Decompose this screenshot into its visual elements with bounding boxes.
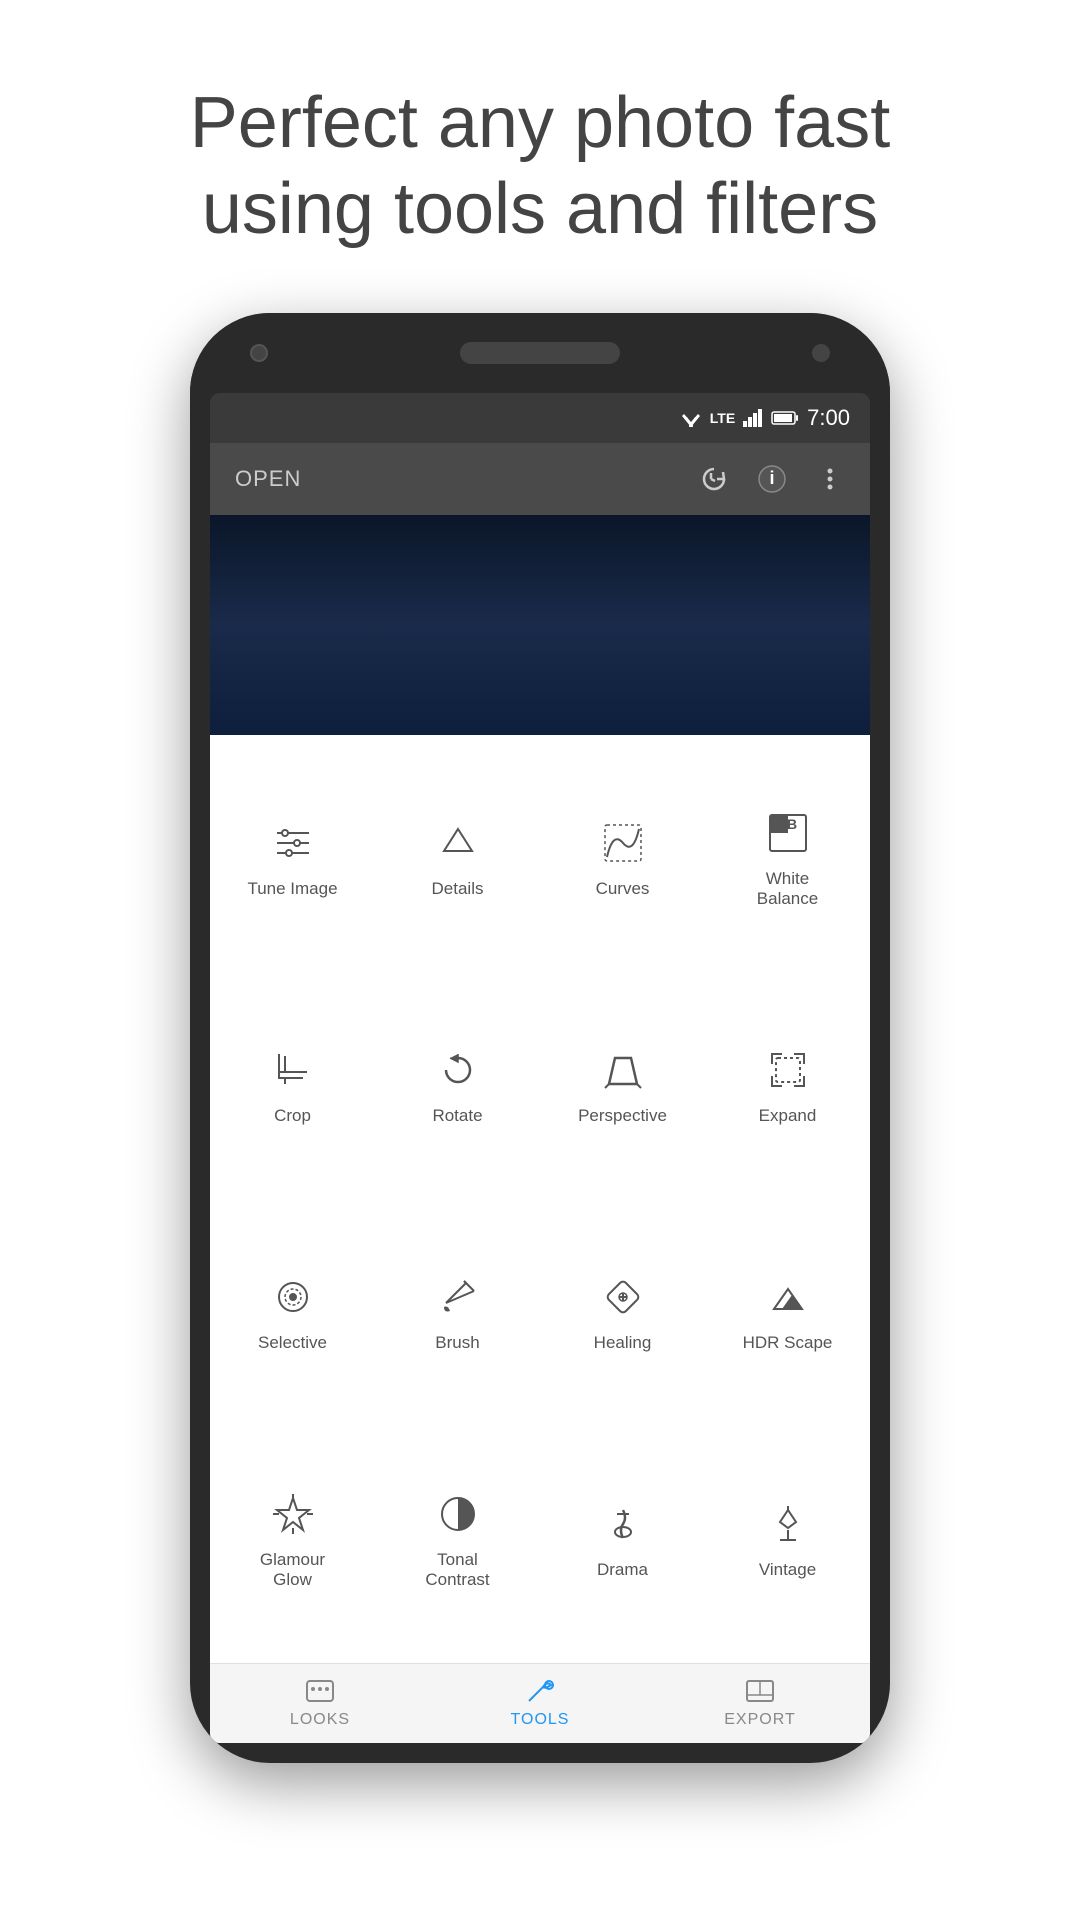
- selective-label: Selective: [258, 1333, 327, 1353]
- drama-icon: [597, 1498, 649, 1550]
- export-nav-icon: [745, 1677, 775, 1705]
- rotate-icon: [432, 1044, 484, 1096]
- tools-nav-icon: [525, 1677, 555, 1705]
- nav-export[interactable]: EXPORT: [650, 1677, 870, 1729]
- tool-expand[interactable]: Expand: [705, 972, 870, 1199]
- lte-icon: LTE: [710, 410, 735, 426]
- tools-nav-label: TOOLS: [511, 1711, 570, 1729]
- white-balance-icon: B W: [762, 807, 814, 859]
- tool-vintage[interactable]: Vintage: [705, 1426, 870, 1653]
- signal-icon: [743, 409, 763, 427]
- phone-speaker: [460, 342, 620, 364]
- svg-text:B: B: [786, 816, 796, 832]
- healing-label: Healing: [594, 1333, 652, 1353]
- looks-nav-label: LOOKS: [290, 1711, 350, 1729]
- nav-tools[interactable]: TOOLS: [430, 1677, 650, 1729]
- crop-icon: [267, 1044, 319, 1096]
- tonal-contrast-icon: [432, 1488, 484, 1540]
- glamour-glow-label: Glamour Glow: [260, 1550, 325, 1591]
- phone-sensor: [812, 344, 830, 362]
- export-nav-label: EXPORT: [724, 1711, 796, 1729]
- tool-white-balance[interactable]: B W White Balance: [705, 745, 870, 972]
- status-bar: LTE 7:00: [210, 393, 870, 443]
- open-button[interactable]: OPEN: [235, 466, 301, 492]
- white-balance-label: White Balance: [757, 869, 818, 910]
- svg-text:i: i: [769, 468, 774, 488]
- tool-rotate[interactable]: Rotate: [375, 972, 540, 1199]
- brush-label: Brush: [435, 1333, 479, 1353]
- curves-icon: [597, 817, 649, 869]
- status-icons: LTE 7:00: [680, 405, 850, 431]
- tool-drama[interactable]: Drama: [540, 1426, 705, 1653]
- phone-top-bezel: [190, 313, 890, 393]
- vintage-icon: [762, 1498, 814, 1550]
- tonal-contrast-label: Tonal Contrast: [425, 1550, 489, 1591]
- headline-line1: Perfect any photo fast: [190, 83, 890, 163]
- wifi-icon: [680, 409, 702, 427]
- healing-icon: [597, 1271, 649, 1323]
- app-toolbar: OPEN i: [210, 443, 870, 515]
- tool-tonal-contrast[interactable]: Tonal Contrast: [375, 1426, 540, 1653]
- expand-label: Expand: [759, 1106, 817, 1126]
- tools-panel: Tune Image Details: [210, 735, 870, 1743]
- rotate-label: Rotate: [432, 1106, 482, 1126]
- curves-label: Curves: [596, 879, 650, 899]
- phone-shell: LTE 7:00 OPEN: [190, 313, 890, 1763]
- tool-tune-image[interactable]: Tune Image: [210, 745, 375, 972]
- nav-looks[interactable]: LOOKS: [210, 1677, 430, 1729]
- hdr-scape-icon: [762, 1271, 814, 1323]
- tool-hdr-scape[interactable]: HDR Scape: [705, 1199, 870, 1426]
- crop-label: Crop: [274, 1106, 311, 1126]
- hdr-scape-label: HDR Scape: [743, 1333, 833, 1353]
- tool-crop[interactable]: Crop: [210, 972, 375, 1199]
- toolbar-icons: i: [699, 464, 845, 494]
- details-label: Details: [432, 879, 484, 899]
- perspective-label: Perspective: [578, 1106, 667, 1126]
- perspective-icon: [597, 1044, 649, 1096]
- svg-text:W: W: [775, 832, 789, 848]
- details-icon: [432, 817, 484, 869]
- tool-brush[interactable]: Brush: [375, 1199, 540, 1426]
- info-icon[interactable]: i: [757, 464, 787, 494]
- bottom-nav: LOOKS TOOLS EXP: [210, 1663, 870, 1743]
- tool-healing[interactable]: Healing: [540, 1199, 705, 1426]
- battery-icon: [771, 409, 799, 427]
- tune-image-label: Tune Image: [247, 879, 337, 899]
- tool-curves[interactable]: Curves: [540, 745, 705, 972]
- tools-grid: Tune Image Details: [210, 735, 870, 1663]
- headline-line2: using tools and filters: [202, 169, 878, 249]
- photo-preview: [210, 515, 870, 735]
- status-time: 7:00: [807, 405, 850, 431]
- brush-icon: [432, 1271, 484, 1323]
- drama-label: Drama: [597, 1560, 648, 1580]
- looks-nav-icon: [305, 1677, 335, 1705]
- tune-image-icon: [267, 817, 319, 869]
- tool-perspective[interactable]: Perspective: [540, 972, 705, 1199]
- tool-selective[interactable]: Selective: [210, 1199, 375, 1426]
- selective-icon: [267, 1271, 319, 1323]
- tool-glamour-glow[interactable]: Glamour Glow: [210, 1426, 375, 1653]
- history-icon[interactable]: [699, 464, 729, 494]
- expand-icon: [762, 1044, 814, 1096]
- glamour-glow-icon: [267, 1488, 319, 1540]
- phone-screen: LTE 7:00 OPEN: [210, 393, 870, 1743]
- tool-details[interactable]: Details: [375, 745, 540, 972]
- vintage-label: Vintage: [759, 1560, 816, 1580]
- front-camera: [250, 344, 268, 362]
- more-icon[interactable]: [815, 464, 845, 494]
- headline: Perfect any photo fast using tools and f…: [115, 80, 965, 253]
